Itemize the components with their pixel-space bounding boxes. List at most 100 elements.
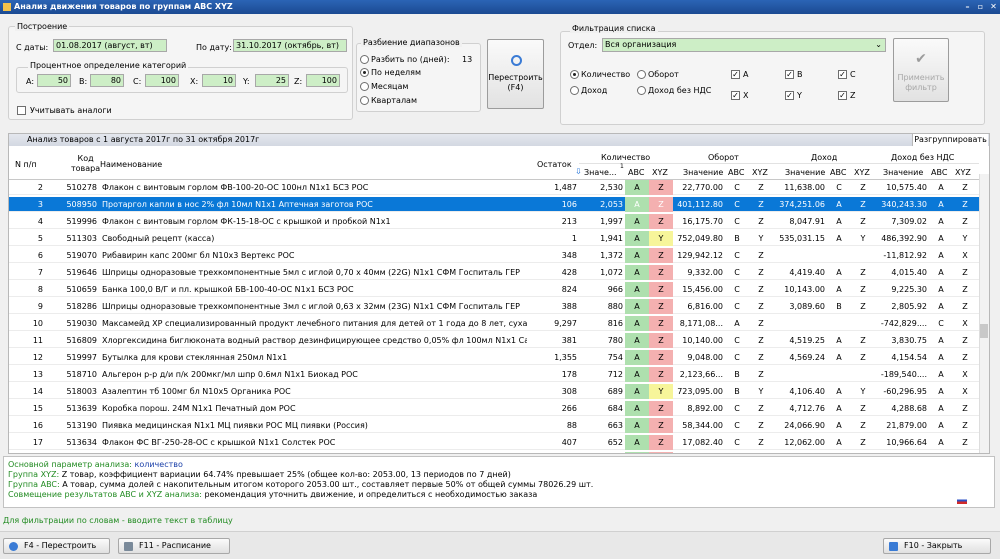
table-row[interactable]: 3 508950 Протаргол капли в нос 2% фл 10мл … [9,197,979,212]
col-inv-value[interactable]: Значение [883,168,923,177]
table-row[interactable]: 18519576 Цитрамон П тб бл N10х1 Фармстанд… [9,452,979,453]
a-percent-input[interactable]: 50 [37,74,71,87]
cell-qty: 966 [607,285,623,294]
vertical-scrollbar[interactable] [979,174,989,453]
cell-code: 519576 [45,452,97,453]
cell-vx: Z [953,452,977,453]
table-row[interactable]: 12 519997 Бутылка для крови стеклянная 250… [9,350,979,365]
b-percent-input[interactable]: 80 [90,74,124,87]
table-row[interactable]: 8 510659 Банка 100,0 В/Г и пл. крышкой БВ-… [9,282,979,297]
radio-income-novat[interactable] [637,86,646,95]
table-row[interactable]: 2 510278 Флакон с винтовым горлом ФВ-100-2… [9,180,979,195]
apply-filter-button[interactable]: ✔ Применить фильтр [893,38,949,102]
cell-ix [851,367,875,382]
cell-ta: C [734,336,740,345]
z-label: Z: [294,77,303,86]
col-inc-value[interactable]: Значение [785,168,825,177]
table-row[interactable]: 6 519070 Рибавирин капс 200мг бл N10х3 Вер… [9,248,979,263]
radio-quantity[interactable] [570,70,579,79]
table-row[interactable]: 14 518003 Азалептин тб 100мг бл N10х5 Орга… [9,384,979,399]
cell-va: A [938,268,944,277]
from-date-input[interactable]: 01.08.2017 (август, вт) [53,39,167,52]
cell-qty: 1,997 [600,217,623,226]
scrollbar-thumb[interactable] [980,324,988,338]
days-value[interactable]: 13 [462,55,472,64]
col-qty-xyz[interactable]: XYZ [652,168,668,177]
cell-code: 513639 [66,404,97,413]
dept-select[interactable]: Вся организация ⌄ [602,38,886,52]
table-row[interactable]: 7 519646 Шприцы одноразовые трехкомпонентн… [9,265,979,280]
table-row[interactable]: 4 519996 Флакон с винтовым горлом ФК-15-18… [9,214,979,229]
cell-name: Шприцы одноразовые трехкомпонентные 3мл … [102,302,520,311]
col-code[interactable]: Код товара [71,154,100,174]
cell-inc: 535,031.15 [779,234,825,243]
col-rest[interactable]: Остаток [537,160,572,169]
col-inv-xyz[interactable]: XYZ [955,168,971,177]
radio-income[interactable] [570,86,579,95]
table-row[interactable]: 9 518286 Шприцы одноразовые трехкомпонентн… [9,299,979,314]
table-row[interactable]: 10 519030 Максамейд ХР специализированный … [9,316,979,331]
app-icon [3,3,11,11]
radio-by-quarters[interactable] [360,96,369,105]
col-qty-value[interactable]: Значе... [584,168,617,177]
table-row[interactable]: 5 511303 Свободный рецепт (касса) 1 1,941 A Y 7… [9,231,979,246]
checkbox-y[interactable]: ✓ [785,91,794,100]
cell-tx: Z [758,319,764,328]
analogs-checkbox[interactable] [17,106,26,115]
checkbox-x-label: X [743,91,749,100]
minimize-button[interactable]: – [962,1,973,12]
table-row[interactable]: 15 513639 Коробка порош. 24M N1х1 Печатный… [9,401,979,416]
close-window-button[interactable]: ✕ [988,1,999,12]
col-name[interactable]: Наименование [100,160,162,169]
rebuild-button[interactable]: Перестроить (F4) [487,39,544,109]
x-percent-input[interactable]: 10 [202,74,236,87]
cell-vx: Z [962,200,968,209]
cell-inc: 4,712.76 [789,404,825,413]
cell-ia [827,248,851,263]
checkbox-a[interactable]: ✓ [731,70,740,79]
checkbox-c[interactable]: ✓ [838,70,847,79]
checkbox-z[interactable]: ✓ [838,91,847,100]
cell-vx: Z [962,404,968,413]
col-qty-abc[interactable]: ABC [628,168,644,177]
regroup-button[interactable]: Разгруппировать [912,134,988,146]
cell-qty: 1,072 [600,268,623,277]
z-percent-input[interactable]: 100 [306,74,340,87]
table-row[interactable]: 11 516809 Хлоргексидина биглюконата водный… [9,333,979,348]
table-row[interactable]: 16 513190 Пиявка медицинская N1х1 МЦ пиявк… [9,418,979,433]
cell-rest: 239 [529,452,577,453]
schedule-button[interactable]: F11 - Расписание [118,538,230,554]
maximize-button[interactable]: ▫ [975,1,986,12]
info-line-1: Основной параметр анализа: количество [8,460,990,470]
radio-turnover[interactable] [637,70,646,79]
percent-group-title: Процентное определение категорий [28,61,189,70]
close-button[interactable]: F10 - Закрыть [883,538,991,554]
col-inc-xyz[interactable]: XYZ [854,168,870,177]
radio-by-weeks[interactable] [360,68,369,77]
table-row[interactable]: 17 513634 Флакон ФС ВГ-250-28-ОС с крышкой… [9,435,979,450]
radio-by-months[interactable] [360,82,369,91]
y-percent-input[interactable]: 25 [255,74,289,87]
cell-n: 11 [32,336,43,345]
to-date-input[interactable]: 31.10.2017 (октябрь, вт) [233,39,347,52]
rebuild-f4-button[interactable]: F4 - Перестроить [3,538,110,554]
cell-name: Шприцы одноразовые трехкомпонентные 5мл … [102,268,520,277]
col-turn-xyz[interactable]: XYZ [752,168,768,177]
cell-ix: Z [860,217,866,226]
cell-qa: A [625,282,649,297]
col-inv-abc[interactable]: ABC [931,168,947,177]
col-income: Доход [811,153,838,162]
checkbox-x[interactable]: ✓ [731,91,740,100]
checkbox-b[interactable]: ✓ [785,70,794,79]
cell-inv: -742,829.... [880,319,927,328]
col-inc-abc[interactable]: ABC [830,168,846,177]
language-flag-icon[interactable] [957,497,967,504]
cell-turn: 8,892.00 [687,404,723,413]
col-turn-abc[interactable]: ABC [728,168,744,177]
col-turn-value[interactable]: Значение [683,168,723,177]
col-n[interactable]: N п/п [15,160,37,169]
table-row[interactable]: 13 518710 Альгерон р-р д/и п/к 200мкг/мл ш… [9,367,979,382]
cell-ta: B [734,370,740,379]
radio-by-days[interactable] [360,55,369,64]
c-percent-input[interactable]: 100 [145,74,179,87]
